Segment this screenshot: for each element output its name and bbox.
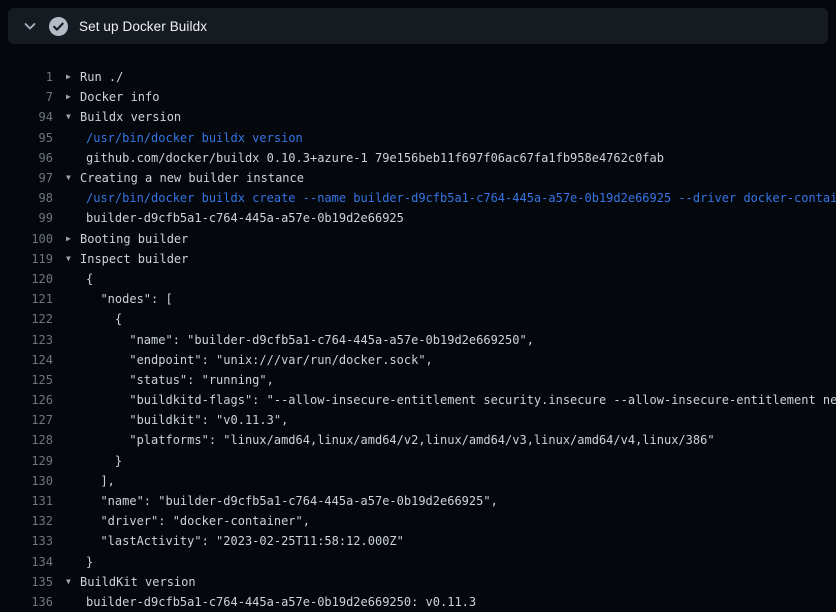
log-line-row: 123 "name": "builder-d9cfb5a1-c764-445a-… xyxy=(0,329,836,349)
log-text: "lastActivity": "2023-02-25T11:58:12.000… xyxy=(86,534,404,548)
log-line-row: 99 builder-d9cfb5a1-c764-445a-a57e-0b19d2… xyxy=(0,208,836,228)
group-title: Run ./ xyxy=(80,70,123,84)
log-text: { xyxy=(86,272,93,286)
line-number[interactable]: 130 xyxy=(0,474,53,488)
log-text: } xyxy=(86,454,122,468)
command-text: /usr/bin/docker buildx create --name bui… xyxy=(86,191,836,205)
log-text: builder-d9cfb5a1-c764-445a-a57e-0b19d2e6… xyxy=(86,211,404,225)
triangle-right-icon: ▶ xyxy=(66,235,80,243)
log-text: ], xyxy=(86,474,115,488)
log-line-row: 121 "nodes": [ xyxy=(0,289,836,309)
log-text: } xyxy=(86,555,93,569)
group-title: Booting builder xyxy=(80,232,188,246)
triangle-down-icon: ▼ xyxy=(66,578,80,586)
log-line-row: 133 "lastActivity": "2023-02-25T11:58:12… xyxy=(0,531,836,551)
log-text: "status": "running", xyxy=(86,373,274,387)
log-line-row: 128 "platforms": "linux/amd64,linux/amd6… xyxy=(0,430,836,450)
log-line-row: 127 "buildkit": "v0.11.3", xyxy=(0,410,836,430)
log-line-row: 131 "name": "builder-d9cfb5a1-c764-445a-… xyxy=(0,491,836,511)
line-number[interactable]: 126 xyxy=(0,393,53,407)
group-title: Docker info xyxy=(80,90,159,104)
line-number[interactable]: 119 xyxy=(0,252,53,266)
chevron-down-icon[interactable] xyxy=(22,18,38,34)
log-line-row: 136 builder-d9cfb5a1-c764-445a-a57e-0b19d… xyxy=(0,592,836,612)
triangle-down-icon: ▼ xyxy=(66,255,80,263)
line-number[interactable]: 133 xyxy=(0,534,53,548)
line-number[interactable]: 134 xyxy=(0,555,53,569)
line-number[interactable]: 124 xyxy=(0,353,53,367)
log-group-row[interactable]: 135 ▼BuildKit version xyxy=(0,572,836,592)
log-text: "buildkit": "v0.11.3", xyxy=(86,413,288,427)
line-number[interactable]: 97 xyxy=(0,171,53,185)
log-text: github.com/docker/buildx 0.10.3+azure-1 … xyxy=(86,151,664,165)
log-text: "name": "builder-d9cfb5a1-c764-445a-a57e… xyxy=(86,333,534,347)
log-line-row: 125 "status": "running", xyxy=(0,370,836,390)
triangle-right-icon: ▶ xyxy=(66,93,80,101)
line-number[interactable]: 129 xyxy=(0,454,53,468)
log-group-row[interactable]: 7 ▶Docker info xyxy=(0,87,836,107)
log-group-row[interactable]: 94 ▼Buildx version xyxy=(0,107,836,127)
log-text: "platforms": "linux/amd64,linux/amd64/v2… xyxy=(86,433,715,447)
line-number[interactable]: 94 xyxy=(0,110,53,124)
log-group-row[interactable]: 100 ▶Booting builder xyxy=(0,229,836,249)
log-text: "endpoint": "unix:///var/run/docker.sock… xyxy=(86,353,433,367)
line-number[interactable]: 135 xyxy=(0,575,53,589)
line-number[interactable]: 98 xyxy=(0,191,53,205)
check-circle-icon xyxy=(49,17,68,36)
log-line-row: 122 { xyxy=(0,309,836,329)
log-text: { xyxy=(86,312,122,326)
triangle-down-icon: ▼ xyxy=(66,113,80,121)
log-line-row: 124 "endpoint": "unix:///var/run/docker.… xyxy=(0,350,836,370)
group-title: Inspect builder xyxy=(80,252,188,266)
line-number[interactable]: 95 xyxy=(0,131,53,145)
triangle-down-icon: ▼ xyxy=(66,174,80,182)
log-text: "nodes": [ xyxy=(86,292,173,306)
log-line-row: 129 } xyxy=(0,451,836,471)
log-line-row: 95/usr/bin/docker buildx version xyxy=(0,128,836,148)
line-number[interactable]: 100 xyxy=(0,232,53,246)
line-number[interactable]: 7 xyxy=(0,90,53,104)
line-number[interactable]: 131 xyxy=(0,494,53,508)
log-group-row[interactable]: 119 ▼Inspect builder xyxy=(0,249,836,269)
step-title: Set up Docker Buildx xyxy=(79,19,207,34)
line-number[interactable]: 132 xyxy=(0,514,53,528)
log-group-row[interactable]: 1 ▶Run ./ xyxy=(0,67,836,87)
line-number[interactable]: 122 xyxy=(0,312,53,326)
log-lines: 1▶Run ./7▶Docker info94▼Buildx version95… xyxy=(0,52,836,612)
line-number[interactable]: 99 xyxy=(0,211,53,225)
line-number[interactable]: 136 xyxy=(0,595,53,609)
group-title: BuildKit version xyxy=(80,575,196,589)
log-text: "driver": "docker-container", xyxy=(86,514,310,528)
log-line-row: 120 { xyxy=(0,269,836,289)
line-number[interactable]: 121 xyxy=(0,292,53,306)
line-number[interactable]: 1 xyxy=(0,70,53,84)
log-line-row: 134} xyxy=(0,552,836,572)
log-line-row: 98/usr/bin/docker buildx create --name b… xyxy=(0,188,836,208)
log-group-row[interactable]: 97 ▼Creating a new builder instance xyxy=(0,168,836,188)
triangle-right-icon: ▶ xyxy=(66,73,80,81)
log-text: "buildkitd-flags": "--allow-insecure-ent… xyxy=(86,393,836,407)
log-text: "name": "builder-d9cfb5a1-c764-445a-a57e… xyxy=(86,494,498,508)
line-number[interactable]: 125 xyxy=(0,373,53,387)
log-line-row: 132 "driver": "docker-container", xyxy=(0,511,836,531)
log-line-row: 130 ], xyxy=(0,471,836,491)
log-line-row: 96 github.com/docker/buildx 0.10.3+azure-… xyxy=(0,148,836,168)
log-line-row: 126 "buildkitd-flags": "--allow-insecure… xyxy=(0,390,836,410)
line-number[interactable]: 123 xyxy=(0,333,53,347)
line-number[interactable]: 127 xyxy=(0,413,53,427)
line-number[interactable]: 96 xyxy=(0,151,53,165)
line-number[interactable]: 128 xyxy=(0,433,53,447)
line-number[interactable]: 120 xyxy=(0,272,53,286)
step-header[interactable]: Set up Docker Buildx xyxy=(8,8,828,44)
command-text: /usr/bin/docker buildx version xyxy=(86,131,303,145)
log-text: builder-d9cfb5a1-c764-445a-a57e-0b19d2e6… xyxy=(86,595,476,609)
group-title: Buildx version xyxy=(80,110,181,124)
group-title: Creating a new builder instance xyxy=(80,171,304,185)
